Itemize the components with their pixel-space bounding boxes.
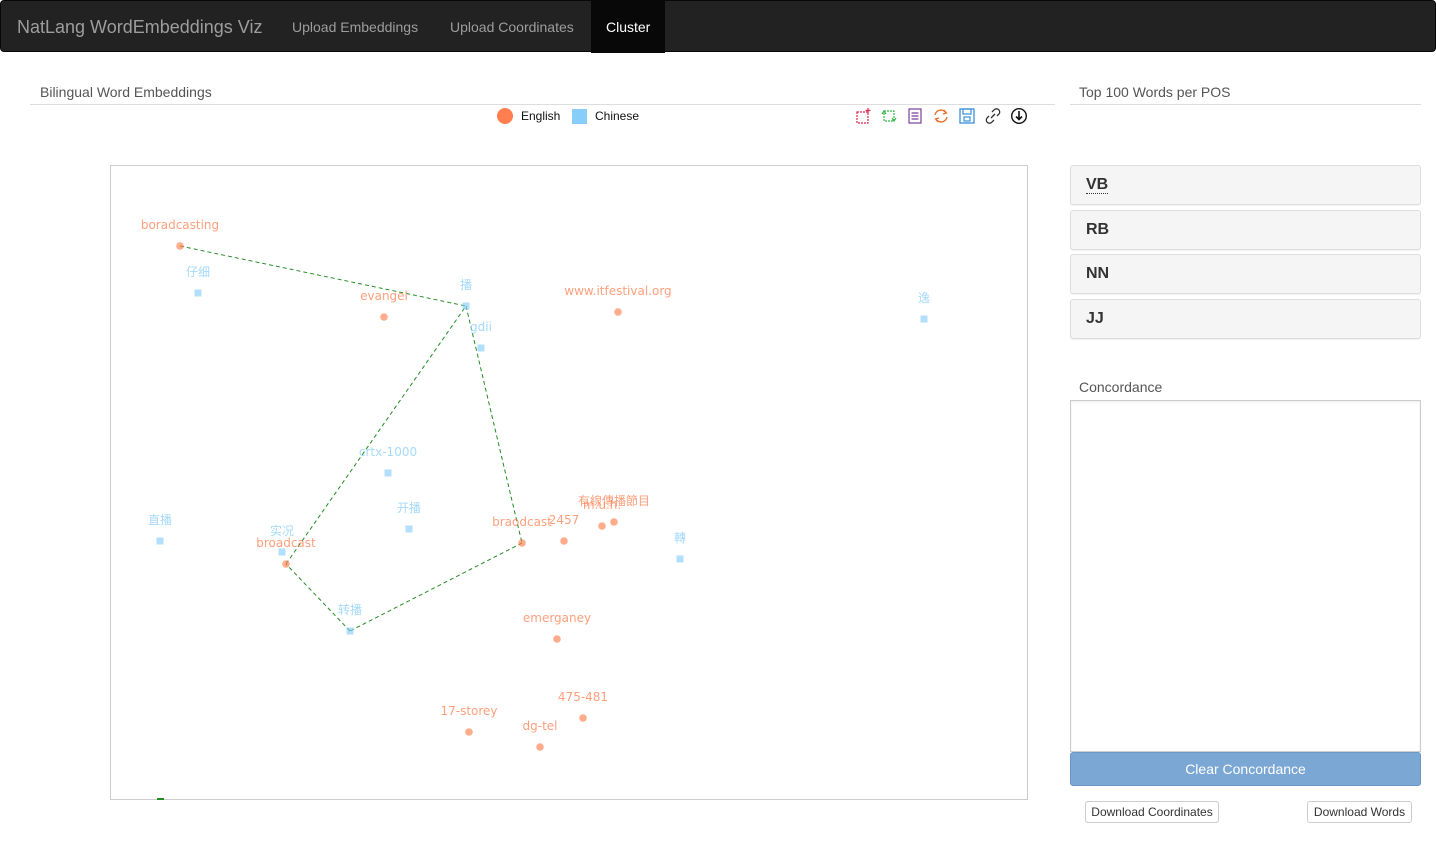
point-chinese[interactable] <box>920 315 928 323</box>
pos-item-rb-label[interactable]: RB <box>1086 221 1109 239</box>
pos-item-nn-label[interactable]: NN <box>1086 265 1109 283</box>
point-label: broadcast <box>256 536 316 550</box>
point-chinese[interactable] <box>384 469 392 477</box>
point-english[interactable] <box>553 635 561 643</box>
brand-title[interactable]: NatLang WordEmbeddings Viz <box>17 1 262 53</box>
point-chinese[interactable] <box>194 289 202 297</box>
point-label: crtx-1000 <box>359 445 417 459</box>
pos-item-jj[interactable]: JJ <box>1070 299 1421 339</box>
point-label: 转播 <box>338 602 362 617</box>
point-chinese[interactable] <box>477 344 485 352</box>
concordance-title: Concordance <box>1079 379 1163 395</box>
legend-chinese-label: Chinese <box>595 109 640 123</box>
pos-item-rb[interactable]: RB <box>1070 210 1421 250</box>
download-words-button[interactable]: Download Words <box>1307 801 1412 823</box>
refresh-icon[interactable] <box>932 107 950 125</box>
point-english[interactable] <box>579 714 587 722</box>
chart-panel-title: Bilingual Word Embeddings <box>40 84 212 100</box>
cluster-edge <box>285 305 467 565</box>
point-label: 475-481 <box>558 690 608 704</box>
nav-cluster[interactable]: Cluster <box>591 1 666 53</box>
scatter-chart[interactable]: boradcasting 仔细 evangel 播 gdii www.itfestival… <box>110 165 1028 800</box>
point-label: 17-storey <box>440 704 497 718</box>
point-label: www.itfestival.org <box>564 284 671 298</box>
point-english[interactable] <box>380 313 388 321</box>
point-label: evangel <box>360 289 408 303</box>
point-english[interactable] <box>614 308 622 316</box>
data-zoom-icon[interactable] <box>854 107 872 125</box>
point-english[interactable] <box>282 560 290 568</box>
download-coordinates-button[interactable]: Download Coordinates <box>1085 801 1219 823</box>
point-label: 播 <box>460 278 472 292</box>
cluster-edge <box>349 542 523 632</box>
cluster-edge <box>285 563 351 632</box>
point-label: 轉 <box>674 531 686 545</box>
point-english[interactable] <box>560 537 568 545</box>
pos-item-jj-label[interactable]: JJ <box>1086 310 1104 328</box>
point-label: 直播 <box>148 513 172 527</box>
legend-english-label: English <box>521 109 561 123</box>
point-label: 逸 <box>918 291 930 305</box>
point-chinese[interactable] <box>405 525 413 533</box>
point-chinese[interactable] <box>346 627 354 635</box>
pos-item-nn[interactable]: NN <box>1070 254 1421 294</box>
point-label: emerganey <box>523 611 591 625</box>
save-image-icon[interactable] <box>958 107 976 125</box>
legend-english-marker <box>497 108 513 124</box>
point-label: braodcast <box>492 515 552 529</box>
point-label: 有線傳播節目 <box>578 493 650 508</box>
link-icon[interactable] <box>984 107 1002 125</box>
point-label: dg-tel <box>523 719 558 733</box>
point-english[interactable] <box>598 522 606 530</box>
restore-zoom-icon[interactable] <box>880 107 898 125</box>
cluster-edge <box>179 245 467 307</box>
concordance-textarea[interactable] <box>1070 400 1421 752</box>
point-label: 开播 <box>397 501 421 515</box>
pos-panel-title: Top 100 Words per POS <box>1079 84 1231 100</box>
zoom-handle[interactable] <box>157 798 164 800</box>
data-view-icon[interactable] <box>906 107 924 125</box>
point-chinese[interactable] <box>156 537 164 545</box>
point-english[interactable] <box>518 539 526 547</box>
navbar: NatLang WordEmbeddings Viz Upload Embedd… <box>0 0 1436 53</box>
clear-concordance-button[interactable]: Clear Concordance <box>1070 752 1421 786</box>
pos-panel-divider <box>1070 104 1421 105</box>
legend-chinese-marker <box>572 109 587 124</box>
point-english[interactable] <box>536 743 544 751</box>
point-chinese[interactable] <box>462 302 470 310</box>
nav-upload-embeddings[interactable]: Upload Embeddings <box>277 1 433 53</box>
point-label: gdii <box>470 320 492 334</box>
nav-upload-coordinates[interactable]: Upload Coordinates <box>435 1 589 53</box>
point-label: 2457 <box>549 513 580 527</box>
point-english[interactable] <box>465 728 473 736</box>
point-english[interactable] <box>176 242 184 250</box>
pos-item-vb-label[interactable]: VB <box>1086 177 1109 194</box>
point-chinese[interactable] <box>676 555 684 563</box>
pos-item-vb[interactable]: VB <box>1070 165 1421 205</box>
point-english[interactable] <box>610 518 618 526</box>
download-icon[interactable] <box>1010 107 1028 125</box>
scatter-plot-area[interactable]: boradcasting 仔细 evangel 播 gdii www.itfestival… <box>111 166 1029 801</box>
point-label: 仔细 <box>186 265 210 279</box>
chart-panel-divider <box>30 104 1055 105</box>
cluster-edge <box>465 305 523 544</box>
point-label: boradcasting <box>141 218 219 232</box>
